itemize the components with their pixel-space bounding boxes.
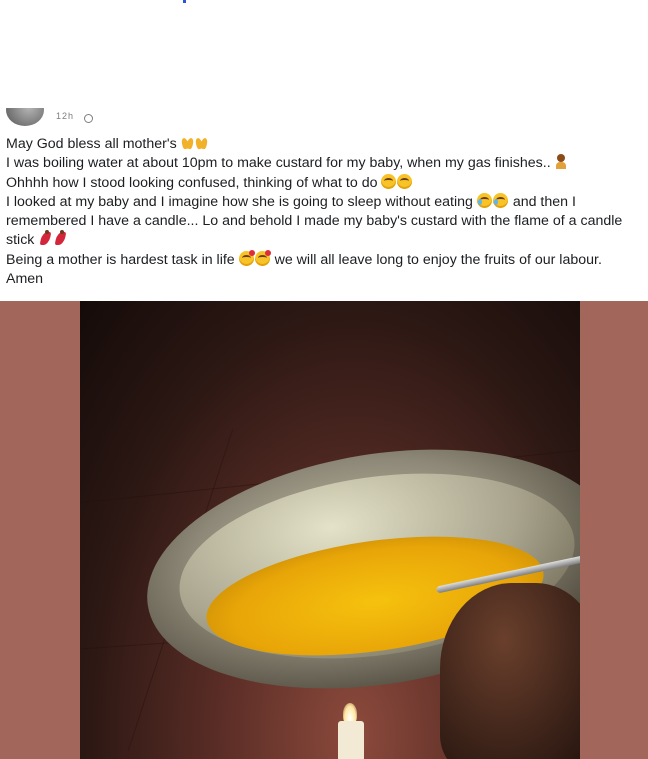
dancer-icon	[53, 230, 67, 246]
post-line-1: May God bless all mother's	[6, 135, 646, 154]
post-line-8: Amen	[6, 271, 44, 288]
post-line-6: stick	[6, 230, 646, 250]
post-text: May God bless all mother's I was boiling…	[6, 135, 646, 289]
hand	[440, 583, 580, 759]
post-line-2: I was boiling water at about 10pm to mak…	[6, 154, 646, 173]
folded-hands-icon	[195, 135, 208, 150]
top-blue-dot	[183, 0, 186, 3]
post-photo[interactable]	[80, 301, 580, 759]
post-timestamp[interactable]: 12h	[56, 111, 74, 121]
post-line-4: I looked at my baby and I imagine how sh…	[6, 192, 576, 210]
sad-face-icon	[397, 173, 413, 189]
kissing-face-icon	[254, 249, 271, 266]
crying-face-icon	[476, 192, 492, 208]
avatar[interactable]	[6, 108, 44, 126]
crying-face-icon	[492, 192, 508, 208]
folded-hands-icon	[181, 135, 194, 150]
globe-icon	[84, 114, 93, 123]
woman-shrugging-icon	[555, 154, 567, 170]
candle	[338, 721, 364, 759]
post-line-3: Ohhhh how I stood looking confused, thin…	[6, 173, 646, 193]
post-line-5: remembered I have a candle... Lo and beh…	[6, 213, 623, 230]
sad-face-icon	[381, 173, 397, 189]
kissing-face-icon	[238, 249, 255, 266]
dancer-icon	[38, 230, 52, 246]
post-line-7: Being a mother is hardest task in life w…	[6, 249, 602, 268]
post-header: 12h	[0, 108, 648, 130]
